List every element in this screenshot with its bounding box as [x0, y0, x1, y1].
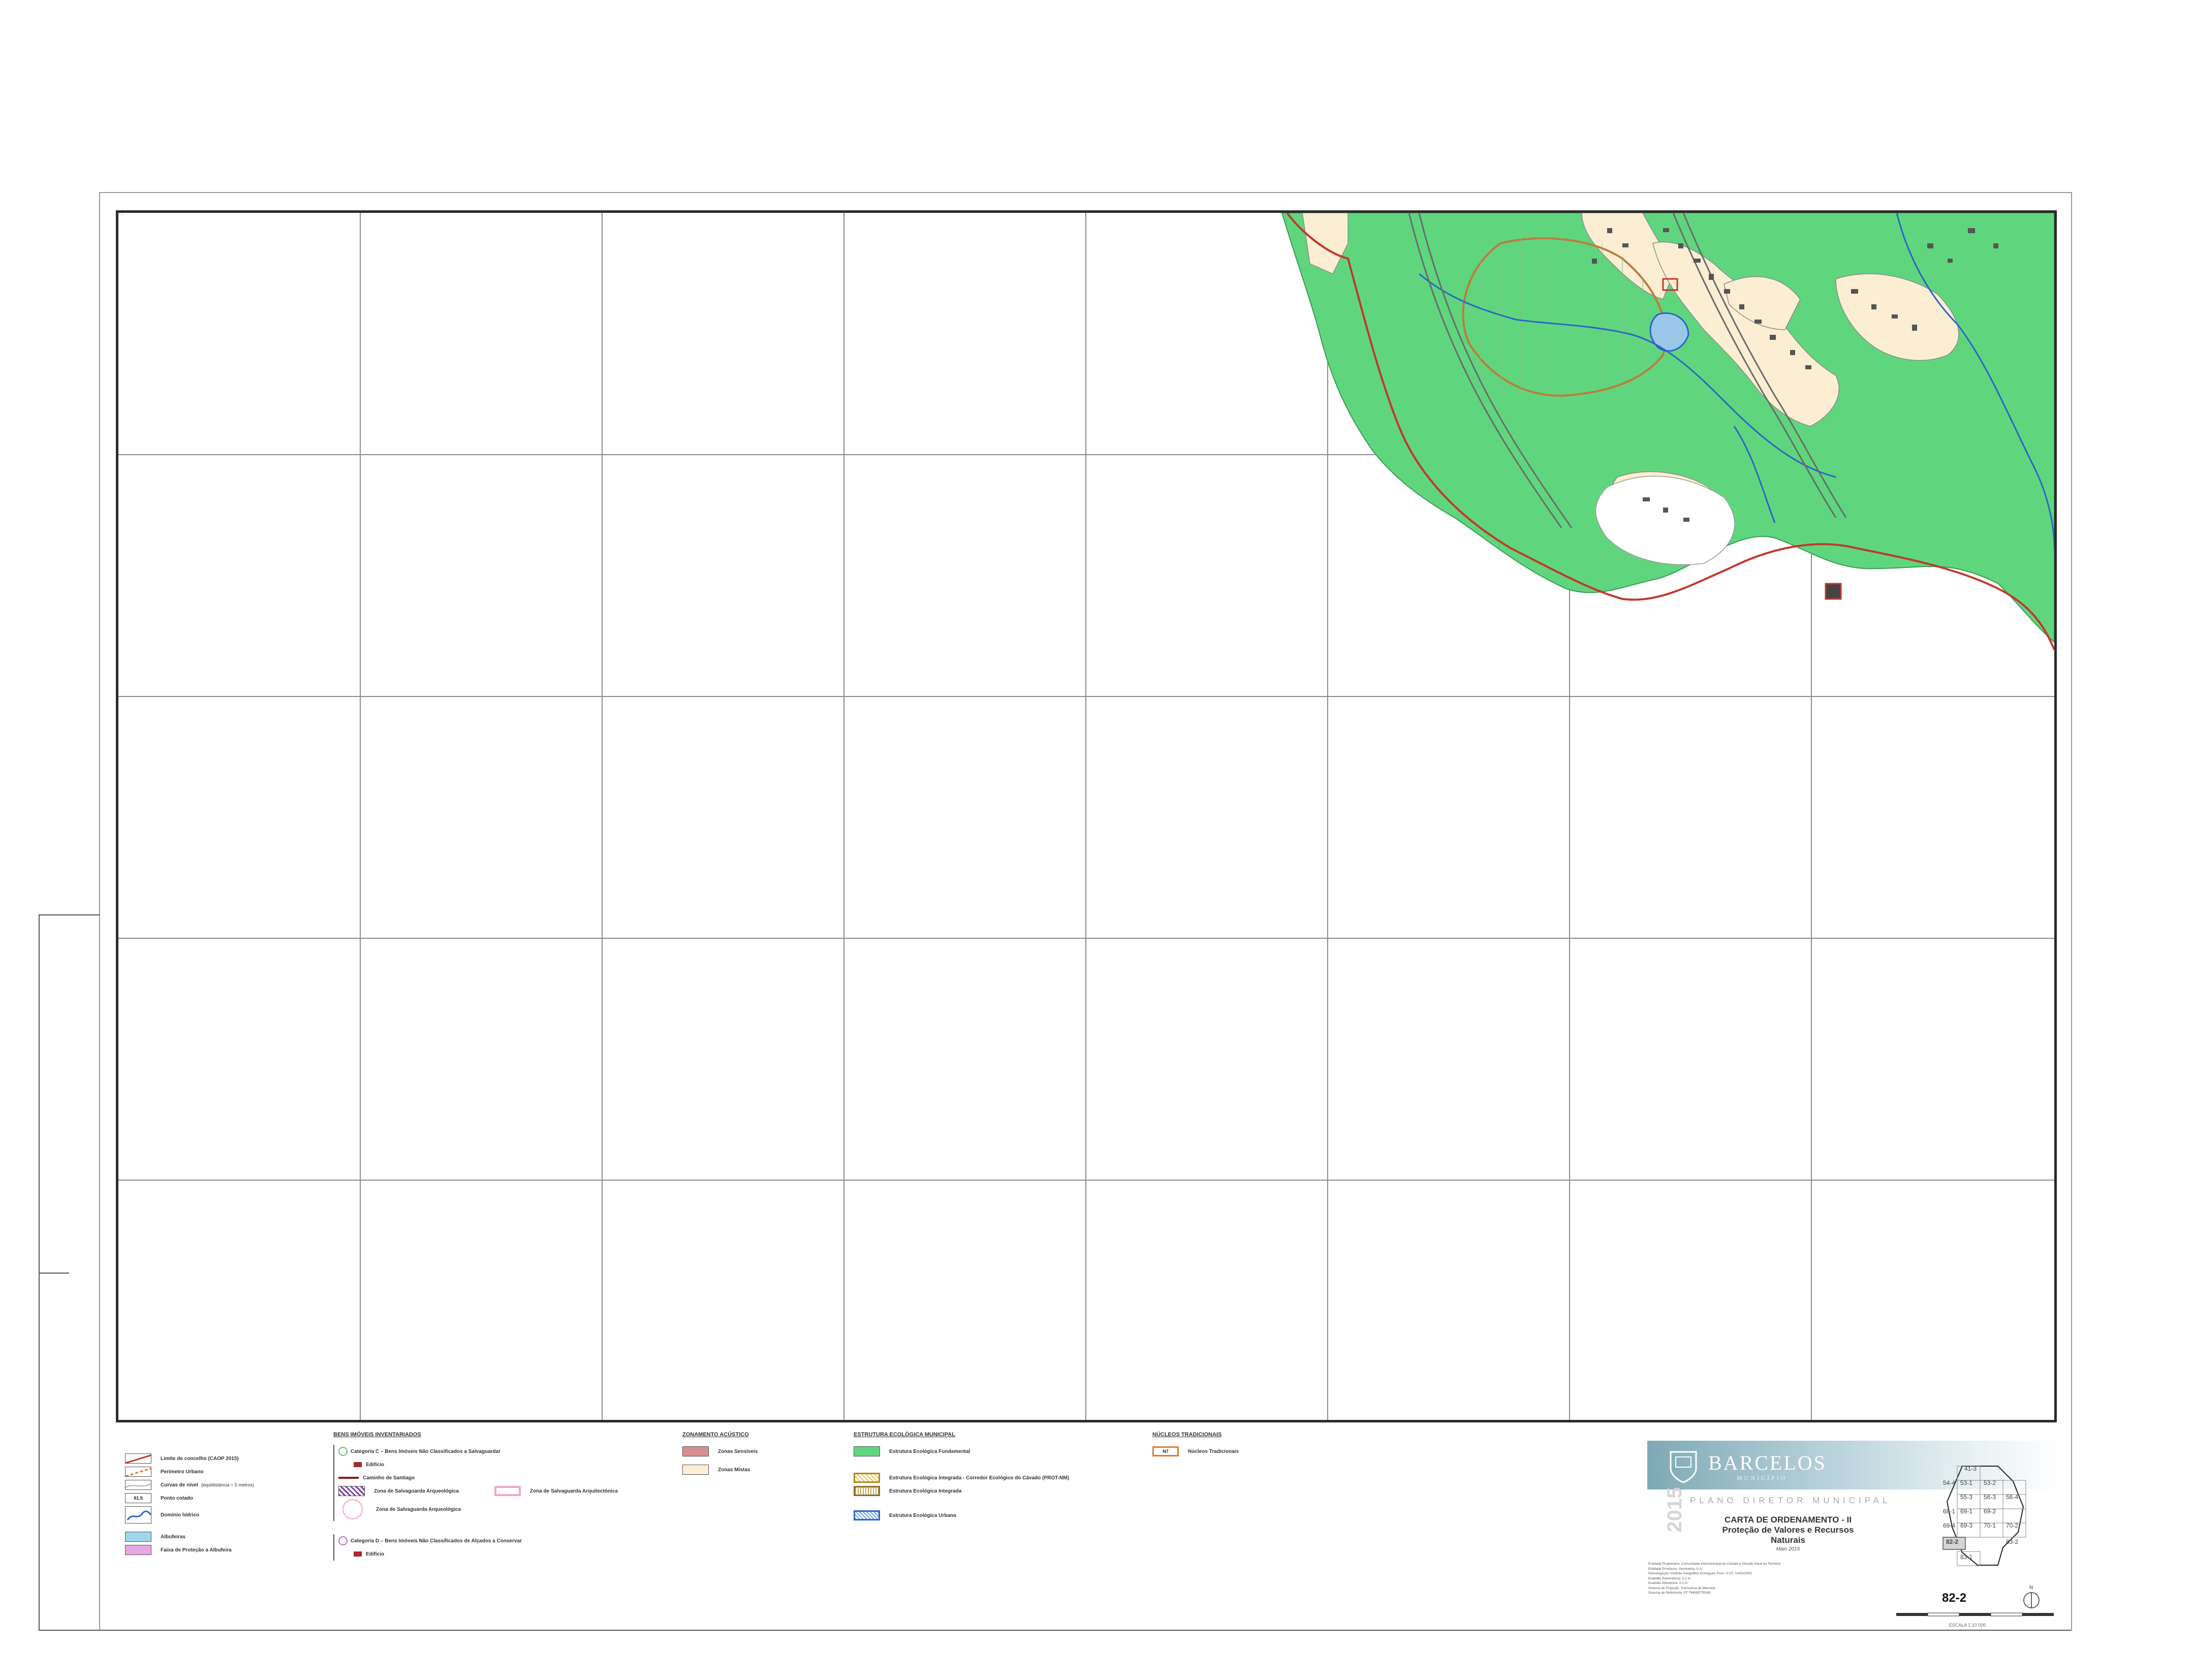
boundary-swatch — [125, 1453, 151, 1464]
urban-perimeter-swatch — [125, 1467, 151, 1477]
fundamental-swatch — [854, 1446, 880, 1456]
category-d-icon — [338, 1536, 348, 1545]
legend-ecological-title: ESTRUTURA ECOLÓGICA MUNICIPAL — [854, 1432, 956, 1438]
legend-label: Estrutura Ecológica Fundamental — [889, 1448, 970, 1454]
legend-nucleus: NÚCLEOS TRADICIONAIS N7 Núcleos Tradicio… — [1152, 1432, 1239, 1458]
legend-label: Núcleos Tradicionais — [1188, 1448, 1239, 1454]
scale-label: ESCALA 1:10 000 — [1949, 1623, 1986, 1628]
legend-item: Caminho de Santiago — [338, 1471, 618, 1484]
legend-item: Domínio hídrico — [125, 1505, 254, 1525]
archaeological-zone-swatch — [338, 1486, 365, 1496]
svg-text:N: N — [2029, 1585, 2033, 1591]
legend-item: Curvas de nível (equidistância = 5 metro… — [125, 1478, 254, 1492]
cut-mark-left-top — [39, 914, 100, 915]
plan-year: 2015 — [1664, 1487, 1686, 1533]
legend-item: Categoria D – Bens Imóveis Não Classific… — [338, 1534, 618, 1547]
traditional-nucleus-swatch: N7 — [1152, 1446, 1179, 1456]
building-icon — [354, 1551, 362, 1557]
legend-item: Perímetro Urbano — [125, 1465, 254, 1478]
legend-item: 91.5 Ponto cotado — [125, 1492, 254, 1505]
map-frame[interactable]: – — [116, 210, 2057, 1422]
legend-item: N7 Núcleos Tradicionais — [1152, 1445, 1239, 1458]
legend-item: Faixa de Proteção a Albufeira — [125, 1543, 254, 1557]
map-canvas[interactable] — [118, 213, 2054, 1420]
architectural-zone-swatch — [494, 1486, 521, 1496]
corridor-swatch — [854, 1473, 880, 1483]
legend-label: Zonas Sensíveis — [718, 1448, 758, 1454]
legend-item: Edifício — [338, 1547, 618, 1561]
cut-mark-bottom — [39, 1630, 2071, 1631]
integrated-swatch — [854, 1486, 880, 1496]
archaeological-circle-icon — [342, 1499, 363, 1519]
legend-label: Domínio hídrico — [161, 1512, 200, 1518]
sensitive-zone-swatch — [682, 1446, 709, 1456]
legend-ecological: ESTRUTURA ECOLÓGICA MUNICIPAL Estrutura … — [854, 1432, 1069, 1522]
map-title-line2: Proteção de Valores e Recursos — [1722, 1525, 1854, 1535]
legend-base: Limite de concelho (CAOP 2015) Perímetro… — [125, 1452, 254, 1557]
category-c-icon — [338, 1447, 348, 1456]
legend-acoustic-title: ZONAMENTO ACÚSTICO — [682, 1432, 749, 1438]
legend-label: Zona de Salvaguarda Arqueológica — [374, 1488, 459, 1494]
legend-label: Zonas Mistas — [718, 1467, 750, 1473]
legend-item: Categoria C – Bens Imóveis Não Classific… — [338, 1445, 618, 1458]
legend-item: Zona de Salvaguarda Arqueológica Zona de… — [338, 1484, 618, 1498]
legend-label: Curvas de nível — [161, 1482, 198, 1488]
legend-label: Perímetro Urbano — [161, 1469, 204, 1475]
legend-label: Albufeiras — [161, 1534, 185, 1540]
legend-label: Estrutura Ecológica Integrada — [889, 1488, 962, 1494]
legend-item: Edifício — [338, 1458, 618, 1471]
map-date: Maio 2015 — [1776, 1546, 1800, 1552]
legend-nucleus-title: NÚCLEOS TRADICIONAIS — [1152, 1432, 1222, 1438]
reservoir-swatch — [125, 1532, 151, 1542]
scale-bar — [1896, 1612, 2054, 1616]
legend-note: (equidistância = 5 metros) — [201, 1482, 254, 1487]
legend-item: Estrutura Ecológica Fundamental — [854, 1445, 1069, 1458]
legend-item: Limite de concelho (CAOP 2015) — [125, 1452, 254, 1465]
legend-item: Zona de Salvaguarda Arqueológica — [338, 1498, 618, 1521]
legend-item: Zonas Sensíveis — [682, 1445, 758, 1458]
legend-label: Caminho de Santiago — [363, 1475, 415, 1481]
legend-label: Zona de Salvaguarda Arqueológica — [376, 1506, 461, 1512]
legend-label: Zona de Salvaguarda Arquitectónica — [529, 1488, 618, 1494]
legend-label: Ponto cotado — [161, 1495, 193, 1501]
building-icon — [354, 1462, 362, 1467]
heritage-building — [1825, 583, 1842, 600]
legend-label: Estrutura Ecológica Integrada - Corredor… — [889, 1475, 1069, 1481]
legend-label: Edifício — [366, 1551, 385, 1557]
legend-item: Estrutura Ecológica Integrada - Corredor… — [854, 1471, 1069, 1484]
grid-coordinate-label: – — [121, 213, 123, 216]
contour-swatch — [125, 1480, 151, 1490]
water-domain-swatch — [125, 1506, 151, 1524]
legend-acoustic: ZONAMENTO ACÚSTICO Zonas Sensíveis Zonas… — [682, 1432, 758, 1476]
legend-heritage: BENS IMÓVEIS INVENTARIADOS Categoria C –… — [333, 1432, 618, 1561]
legend-label: Faixa de Proteção a Albufeira — [161, 1547, 232, 1553]
sheet-number: 82-2 — [1942, 1591, 1967, 1605]
brand-name: BARCELOS — [1708, 1451, 1827, 1474]
legend-item: Estrutura Ecológica Urbana — [854, 1509, 1069, 1522]
legend-item: Zonas Mistas — [682, 1463, 758, 1476]
legend-label: Categoria C – Bens Imóveis Não Classific… — [351, 1448, 501, 1454]
map-title-line1: CARTA DE ORDENAMENTO - II — [1725, 1515, 1852, 1525]
santiago-route-icon — [338, 1477, 359, 1479]
brand-subtitle: MUNICÍPIO — [1737, 1474, 1788, 1481]
map-title-line3: Naturais — [1770, 1535, 1806, 1545]
legend-label: Limite de concelho (CAOP 2015) — [161, 1455, 239, 1462]
legend-label: Edifício — [366, 1462, 385, 1468]
spot-height-swatch: 91.5 — [125, 1493, 151, 1503]
legend-label: Estrutura Ecológica Urbana — [889, 1512, 956, 1518]
title-block: BARCELOS MUNICÍPIO 2015 PLANO DIRETOR MU… — [1647, 1441, 2061, 1630]
urban-structure-swatch — [854, 1510, 880, 1520]
sheet-index-labels: 41-3 53-1 53-2 54-4 55-3 56-3 56-4 68-1 … — [1943, 1465, 2019, 1561]
technical-notes: Entidade Proprietária: Comunidade Interm… — [1648, 1562, 1781, 1595]
plan-name: PLANO DIRETOR MUNICIPAL — [1690, 1496, 1891, 1505]
cut-mark-left-bottom — [39, 1273, 69, 1274]
legend-item: Estrutura Ecológica Integrada — [854, 1484, 1069, 1498]
legend-label: Categoria D – Bens Imóveis Não Classific… — [351, 1538, 522, 1544]
legend-item: Albufeiras — [125, 1530, 254, 1543]
reservoir-protection-swatch — [125, 1545, 151, 1555]
legend-heritage-title: BENS IMÓVEIS INVENTARIADOS — [333, 1432, 421, 1438]
mixed-zone-swatch — [682, 1465, 709, 1475]
north-arrow-icon: N — [2023, 1585, 2040, 1608]
